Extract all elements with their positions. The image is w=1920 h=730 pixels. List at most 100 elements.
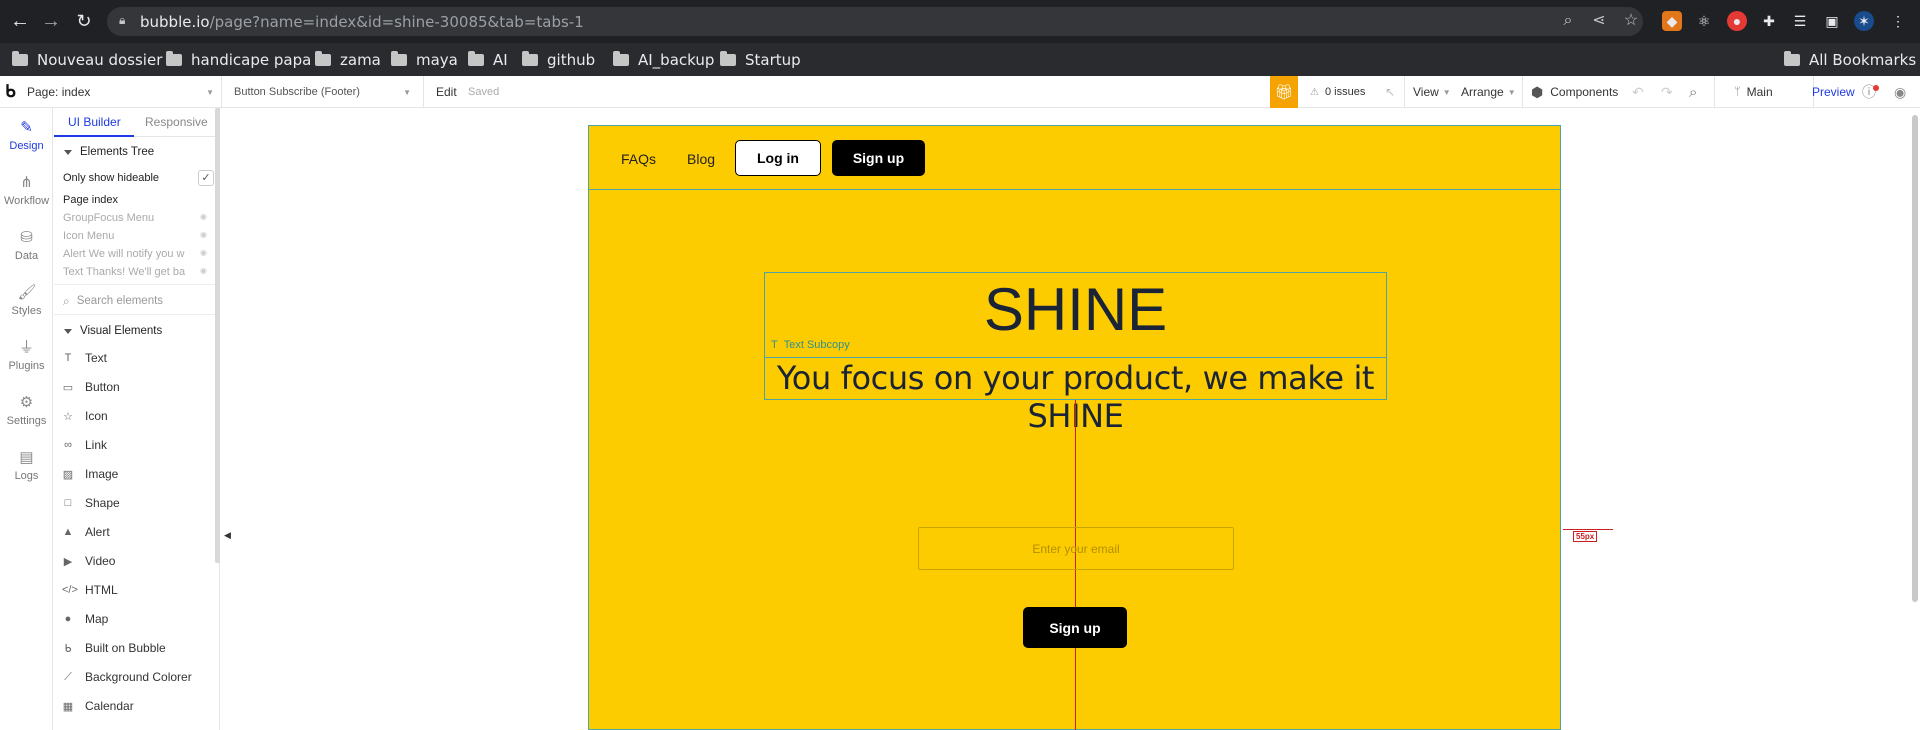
search-elements-input[interactable]: ⌕ Search elements <box>54 291 219 311</box>
back-icon[interactable]: ← <box>10 11 30 31</box>
divider <box>221 76 222 108</box>
nav-link-faqs[interactable]: FAQs <box>621 151 656 167</box>
eye-icon[interactable]: ◉ <box>200 266 207 275</box>
reload-icon[interactable]: ↻ <box>74 11 94 31</box>
redo-icon[interactable]: ↷ <box>1661 76 1673 108</box>
issues-indicator[interactable]: ⚠ 0 issues <box>1310 76 1365 108</box>
document-icon: ▤ <box>19 449 34 466</box>
element-image[interactable]: ▨ Image <box>62 463 119 485</box>
element-text[interactable]: T Text <box>62 347 107 369</box>
element-background-colorer[interactable]: ⟋ Background Colorer <box>62 666 192 688</box>
tab-settings[interactable]: ⚙ Settings <box>0 394 53 427</box>
collapse-panel-icon[interactable]: ◀ <box>224 530 231 541</box>
edit-menu[interactable]: Edit <box>436 76 457 108</box>
help-icon[interactable]: ⓘ <box>1862 76 1876 108</box>
tree-item[interactable]: Icon Menu ◉ <box>63 230 213 242</box>
search-icon[interactable]: ⌕ <box>1689 76 1697 108</box>
kebab-menu-icon[interactable]: ⋮ <box>1888 11 1908 31</box>
extensions-puzzle-icon[interactable]: ✚ <box>1759 11 1779 31</box>
element-built-on-bubble[interactable]: ᑲ Built on Bubble <box>62 637 166 659</box>
only-hideable-toggle[interactable]: Only show hideable ✓ <box>54 168 219 188</box>
all-bookmarks[interactable]: All Bookmarks <box>1784 50 1916 70</box>
tab-design[interactable]: ✎ Design <box>0 119 53 152</box>
tab-styles[interactable]: 🖌︎ Styles <box>0 284 53 317</box>
bookmark-folder[interactable]: zama <box>315 50 381 70</box>
tree-item[interactable]: GroupFocus Menu ◉ <box>63 212 213 224</box>
header-signup-button[interactable]: Sign up <box>832 140 925 176</box>
canvas-scrollbar[interactable] <box>1912 115 1918 602</box>
bookmarks-bar: Nouveau dossier handicape papa zama maya… <box>0 43 1920 76</box>
eye-icon[interactable]: ◉ <box>200 248 207 257</box>
bubble-logo-icon[interactable]: ᑲ <box>5 76 16 108</box>
bookmark-folder[interactable]: handicape papa <box>166 50 311 70</box>
tree-item[interactable]: Alert We will notify you w ◉ <box>63 248 213 260</box>
reading-list-icon[interactable]: ☰ <box>1790 11 1810 31</box>
pencil-ruler-icon: ✎ <box>20 119 33 136</box>
share-icon[interactable]: ⋖ <box>1590 12 1608 30</box>
element-calendar[interactable]: ▦ Calendar <box>62 695 134 717</box>
preview-button[interactable]: Preview <box>1812 76 1855 108</box>
hero-text-group[interactable]: SHINE T Text Subcopy You focus on your p… <box>764 272 1613 542</box>
nav-link-blog[interactable]: Blog <box>687 151 715 167</box>
bookmark-folder[interactable]: github <box>522 50 595 70</box>
bookmark-star-icon[interactable]: ☆ <box>1622 12 1640 30</box>
side-panel-icon[interactable]: ▣ <box>1822 11 1842 31</box>
element-selector[interactable]: Button Subscribe (Footer) ▼ <box>234 76 417 108</box>
bookmark-folder[interactable]: maya <box>391 50 458 70</box>
react-devtools-icon[interactable]: ⚛ <box>1694 11 1714 31</box>
eye-icon[interactable]: ◉ <box>200 230 207 239</box>
page-selector[interactable]: Page: index ▼ <box>27 76 220 108</box>
text-t-icon: T <box>771 339 778 351</box>
visual-elements-header[interactable]: Visual Elements <box>54 321 219 341</box>
email-input[interactable] <box>918 527 1234 570</box>
chevron-down-icon: ▼ <box>1507 87 1516 97</box>
element-shape[interactable]: □ Shape <box>62 492 120 514</box>
cursor-icon[interactable]: ↖ <box>1385 76 1395 108</box>
pokeball-extension-icon[interactable]: ● <box>1727 11 1747 31</box>
tab-ui-builder[interactable]: UI Builder <box>68 115 121 129</box>
folder-icon <box>720 51 736 66</box>
tree-page-index[interactable]: Page index <box>54 190 219 210</box>
zoom-icon[interactable]: ⌕ <box>1559 12 1577 30</box>
branch-selector[interactable]: ᛘ Main <box>1734 76 1773 108</box>
account-icon[interactable]: ◉ <box>1894 76 1906 108</box>
element-label: Text <box>85 351 108 365</box>
undo-icon[interactable]: ↶ <box>1632 76 1644 108</box>
login-button[interactable]: Log in <box>735 140 821 176</box>
metamask-extension-icon[interactable]: ◆ <box>1662 11 1682 31</box>
panel-scrollbar[interactable] <box>215 108 220 563</box>
tree-item[interactable]: Text Thanks! We'll get ba ◉ <box>63 266 213 278</box>
components-label: Components <box>1550 85 1619 99</box>
tab-responsive[interactable]: Responsive <box>145 115 208 129</box>
profile-avatar-icon[interactable]: ✶ <box>1854 11 1874 31</box>
checkbox[interactable]: ✓ <box>198 170 214 186</box>
hero-title[interactable]: SHINE <box>765 275 1386 344</box>
eye-icon[interactable]: ◉ <box>200 212 207 221</box>
arrange-menu[interactable]: Arrange ▼ <box>1461 76 1516 108</box>
bookmark-folder[interactable]: AI_backup <box>613 50 714 70</box>
elements-tree-header[interactable]: Elements Tree <box>54 142 219 162</box>
components-button[interactable]: ⬢ Components <box>1531 76 1618 108</box>
subscribe-signup-button[interactable]: Sign up <box>1023 607 1127 648</box>
tab-data[interactable]: ⛁ Data <box>0 229 53 262</box>
view-menu[interactable]: View ▼ <box>1413 76 1451 108</box>
tab-plugins[interactable]: ⏚ Plugins <box>0 339 53 372</box>
element-video[interactable]: ▶ Video <box>62 550 116 572</box>
caret-down-icon <box>64 149 72 155</box>
tab-workflow[interactable]: ⋔ Workflow <box>0 174 53 207</box>
element-map[interactable]: ● Map <box>62 608 109 630</box>
bookmark-label: zama <box>340 51 381 69</box>
element-link[interactable]: ∞ Link <box>62 434 107 456</box>
element-alert[interactable]: ▲ Alert <box>62 521 110 543</box>
element-icon[interactable]: ☆ Icon <box>62 405 108 427</box>
element-label: Icon <box>85 409 108 423</box>
element-html[interactable]: </> HTML <box>62 579 118 601</box>
gift-icon[interactable]: 🎁︎ <box>1270 76 1298 108</box>
page-header[interactable]: FAQs Blog Log in Sign up <box>589 126 1560 190</box>
bookmark-folder[interactable]: AI <box>468 50 508 70</box>
forward-icon[interactable]: → <box>41 11 61 31</box>
bookmark-folder[interactable]: Nouveau dossier <box>12 50 162 70</box>
bookmark-folder[interactable]: Startup <box>720 50 801 70</box>
element-button[interactable]: ▭ Button <box>62 376 120 398</box>
tab-logs[interactable]: ▤ Logs <box>0 449 53 482</box>
